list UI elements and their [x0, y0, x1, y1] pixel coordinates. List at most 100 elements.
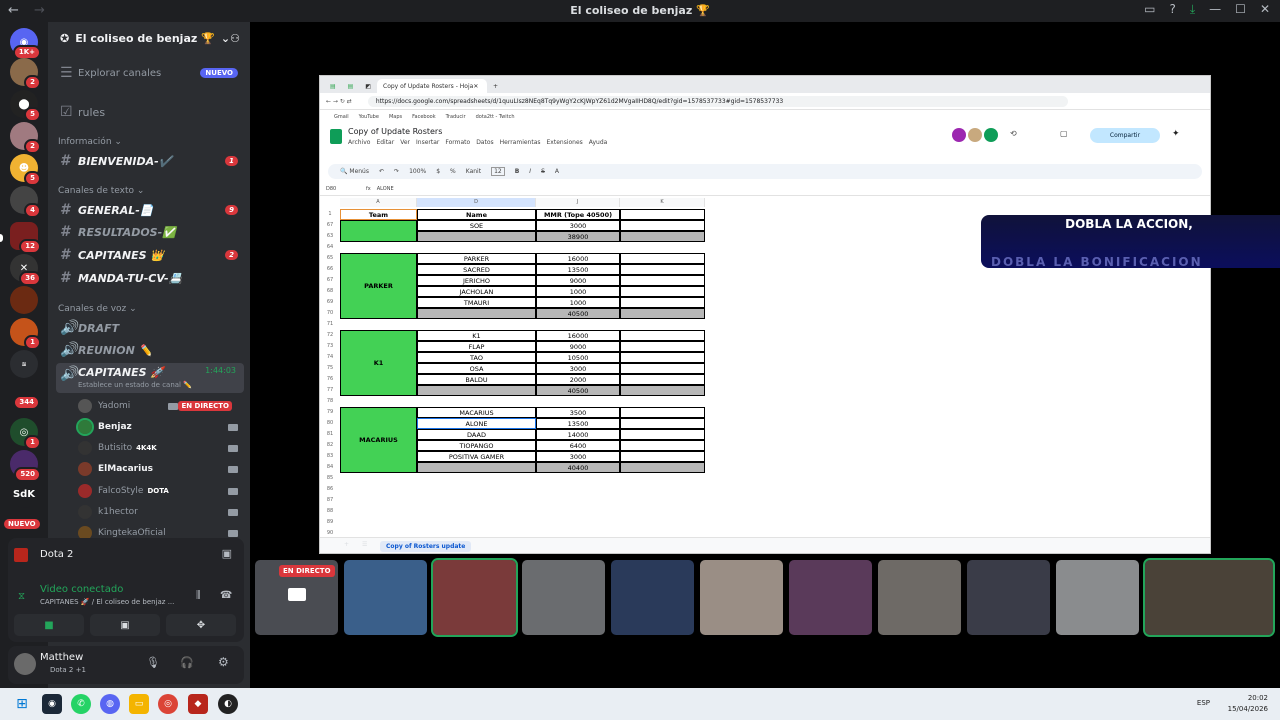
- row-number[interactable]: 66: [320, 264, 340, 275]
- menu-item[interactable]: Formato: [445, 139, 470, 146]
- channel-manda-tu-cv[interactable]: # MANDA-TU-CV-📇: [56, 268, 244, 288]
- server-icon[interactable]: 2: [10, 58, 41, 90]
- row-number[interactable]: 1: [320, 209, 340, 220]
- table-cell[interactable]: [620, 385, 705, 396]
- formula-input[interactable]: ALONE: [377, 186, 394, 192]
- table-cell[interactable]: [620, 209, 705, 220]
- language-indicator[interactable]: ESP: [1197, 699, 1210, 707]
- menu-item[interactable]: Extensiones: [547, 139, 583, 146]
- name-cell[interactable]: TAO: [417, 352, 536, 363]
- browser-tab[interactable]: ▤: [342, 79, 360, 93]
- video-tile[interactable]: [522, 560, 605, 635]
- row-number[interactable]: 88: [320, 506, 340, 517]
- server-icon[interactable]: 344: [10, 390, 40, 418]
- table-cell[interactable]: [620, 286, 705, 297]
- font-select[interactable]: Kanit: [466, 168, 481, 175]
- currency-button[interactable]: $: [436, 168, 440, 175]
- server-icon[interactable]: 12: [10, 222, 41, 254]
- system-tray[interactable]: ESP: [1197, 699, 1210, 707]
- mmr-cell[interactable]: 14000: [536, 429, 620, 440]
- mmr-cell[interactable]: 3000: [536, 220, 620, 231]
- bold-icon[interactable]: B: [515, 168, 520, 175]
- server-icon[interactable]: 2: [10, 122, 41, 154]
- table-cell[interactable]: [620, 297, 705, 308]
- table-cell[interactable]: [620, 264, 705, 275]
- name-cell[interactable]: JERICHO: [417, 275, 536, 286]
- mmr-cell[interactable]: 40400: [536, 462, 620, 473]
- video-tile[interactable]: [700, 560, 783, 635]
- team-cell[interactable]: K1: [340, 330, 417, 396]
- name-cell[interactable]: K1: [417, 330, 536, 341]
- row-number[interactable]: 69: [320, 297, 340, 308]
- table-cell[interactable]: [620, 363, 705, 374]
- server-icon[interactable]: [10, 286, 38, 314]
- name-cell[interactable]: POSITIVA GAMER: [417, 451, 536, 462]
- home-icon[interactable]: ◉ 1K+: [10, 28, 41, 60]
- avatar[interactable]: [968, 128, 982, 142]
- row-number[interactable]: 86: [320, 484, 340, 495]
- history-icon[interactable]: ⟲: [1010, 129, 1017, 138]
- table-cell[interactable]: [620, 451, 705, 462]
- team-cell[interactable]: PARKER: [340, 253, 417, 319]
- inbox-icon[interactable]: ▭: [1144, 2, 1155, 17]
- server-header[interactable]: ✪ El coliseo de benjaz 🏆 ⌄ ⚇: [48, 22, 250, 54]
- menu-item[interactable]: Herramientas: [500, 139, 541, 146]
- headphones-icon[interactable]: 🎧: [180, 656, 194, 669]
- dota-icon[interactable]: ◆: [188, 694, 208, 714]
- server-icon[interactable]: ≋: [10, 350, 38, 378]
- table-cell[interactable]: [620, 275, 705, 286]
- channel-general[interactable]: # GENERAL-📄 9: [56, 200, 244, 220]
- name-cell[interactable]: ALONE: [417, 418, 536, 429]
- activities-button[interactable]: ✥: [166, 614, 236, 636]
- table-cell[interactable]: [620, 462, 705, 473]
- menu-item[interactable]: Insertar: [416, 139, 439, 146]
- column-header[interactable]: D: [417, 198, 536, 207]
- bookmark[interactable]: Traducir: [446, 114, 466, 120]
- video-tile[interactable]: [789, 560, 872, 635]
- screen-share-icon[interactable]: ▣: [222, 547, 232, 560]
- mmr-cell[interactable]: 9000: [536, 275, 620, 286]
- voice-user[interactable]: Benjaz: [76, 417, 244, 437]
- undo-icon[interactable]: ↶: [379, 168, 384, 175]
- bookmark[interactable]: Gmail: [334, 114, 349, 120]
- mmr-cell[interactable]: 3500: [536, 407, 620, 418]
- row-number[interactable]: 73: [320, 341, 340, 352]
- share-button[interactable]: Compartir: [1090, 128, 1160, 143]
- voice-channel-capitanes[interactable]: 🔊 CAPITANES 🚀 1:44:03 Establece un estad…: [56, 363, 244, 393]
- header-cell[interactable]: MMR (Tope 40500): [536, 209, 620, 220]
- table-cell[interactable]: [620, 330, 705, 341]
- column-header[interactable]: K: [620, 198, 705, 207]
- name-cell[interactable]: FLAP: [417, 341, 536, 352]
- add-sheet-icon[interactable]: +: [344, 541, 349, 548]
- row-number[interactable]: 79: [320, 407, 340, 418]
- voice-channel-draft[interactable]: 🔊 DRAFT: [56, 318, 244, 338]
- row-number[interactable]: 72: [320, 330, 340, 341]
- table-cell[interactable]: [620, 407, 705, 418]
- connection-channel[interactable]: CAPITANES 🚀 / El coliseo de benjaz ...: [40, 598, 174, 606]
- clock[interactable]: 20:02 15/04/2026: [1228, 693, 1268, 715]
- bookmark[interactable]: dota2tt - Twitch: [476, 114, 515, 120]
- row-number[interactable]: 87: [320, 495, 340, 506]
- row-number[interactable]: 67: [320, 275, 340, 286]
- connection-status[interactable]: Video conectado: [40, 584, 123, 595]
- voice-channel-reunion[interactable]: 🔊 REUNION ✏️: [56, 340, 244, 360]
- video-tile[interactable]: [1143, 558, 1275, 637]
- mmr-cell[interactable]: 1000: [536, 297, 620, 308]
- browser-tab[interactable]: ◩: [359, 79, 377, 93]
- noise-icon[interactable]: ⫼: [196, 590, 201, 601]
- avatar[interactable]: [984, 128, 998, 142]
- download-icon[interactable]: ⤓: [1190, 2, 1195, 17]
- mmr-cell[interactable]: 16000: [536, 330, 620, 341]
- menu-item[interactable]: Datos: [476, 139, 493, 146]
- row-number[interactable]: 81: [320, 429, 340, 440]
- video-tile[interactable]: [344, 560, 427, 635]
- table-cell[interactable]: [620, 341, 705, 352]
- voice-user[interactable]: FalcoStyle DOTA: [78, 481, 244, 501]
- mmr-cell[interactable]: 10500: [536, 352, 620, 363]
- mmr-cell[interactable]: 1000: [536, 286, 620, 297]
- font-size[interactable]: 12: [491, 167, 505, 176]
- name-cell[interactable]: TMAURI: [417, 297, 536, 308]
- row-number[interactable]: 80: [320, 418, 340, 429]
- channel-bienvenida[interactable]: # BIENVENIDA-✔️ 1: [56, 151, 244, 171]
- channel-rules[interactable]: ☑ rules: [56, 102, 244, 122]
